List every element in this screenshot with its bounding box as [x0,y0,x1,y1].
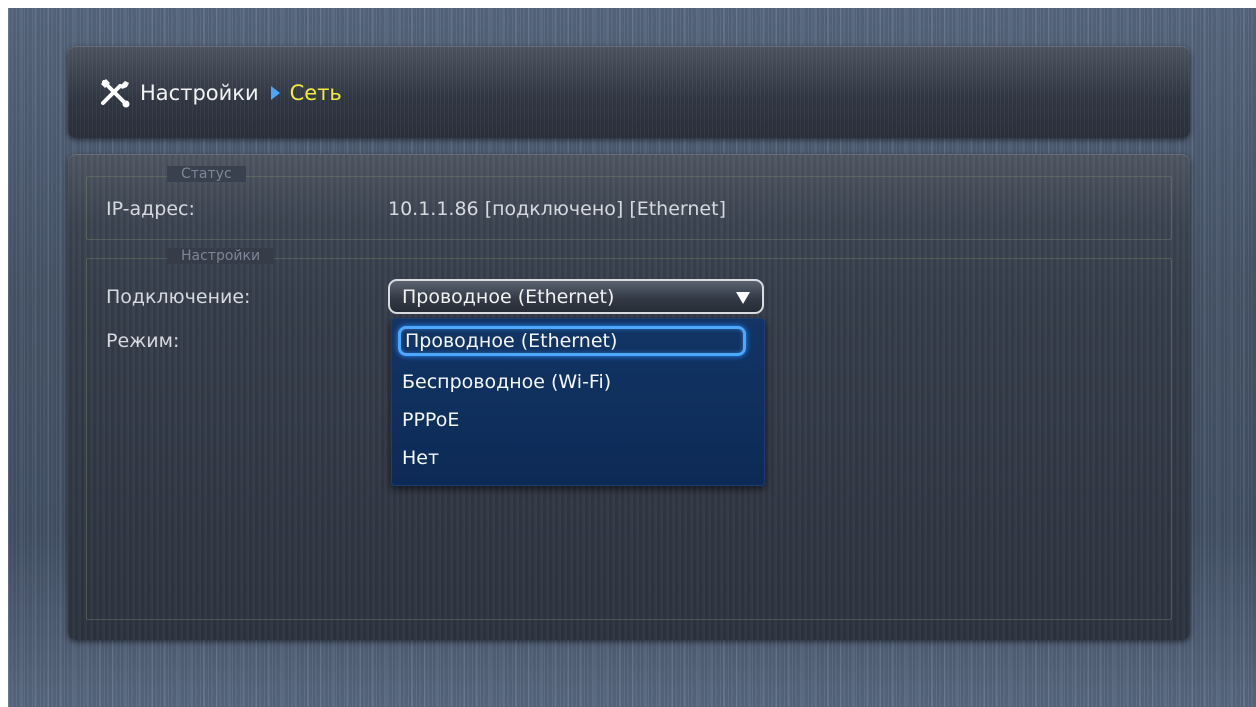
breadcrumb: Настройки Сеть [98,76,342,110]
connection-select[interactable]: Проводное (Ethernet) [388,279,764,314]
dropdown-option-none[interactable]: Нет [402,443,439,473]
dropdown-option-wifi[interactable]: Беспроводное (Wi-Fi) [402,367,611,397]
dropdown-option-pppoe[interactable]: PPPoE [402,405,459,435]
connection-select-value: Проводное (Ethernet) [402,285,615,308]
main-panel: Статус IP-адрес: 10.1.1.86 [подключено] … [68,154,1190,640]
mode-label: Режим: [106,330,180,352]
ip-address-value: 10.1.1.86 [подключено] [Ethernet] [388,198,726,220]
tools-icon [101,79,130,108]
connection-label: Подключение: [106,286,251,308]
connection-dropdown-list: Проводное (Ethernet) Беспроводное (Wi-Fi… [391,318,765,486]
breadcrumb-separator-icon [270,86,280,100]
settings-legend: Настройки [167,248,275,264]
dropdown-option-ethernet[interactable]: Проводное (Ethernet) [398,326,746,356]
screen: Настройки Сеть Статус IP-адрес: 10.1.1.8… [8,8,1256,707]
dropdown-arrow-icon [736,292,750,304]
ip-address-label: IP-адрес: [106,198,195,220]
breadcrumb-current: Сеть [289,81,342,105]
breadcrumb-root[interactable]: Настройки [140,81,259,105]
status-legend: Статус [167,166,246,182]
header-panel: Настройки Сеть [68,46,1190,138]
